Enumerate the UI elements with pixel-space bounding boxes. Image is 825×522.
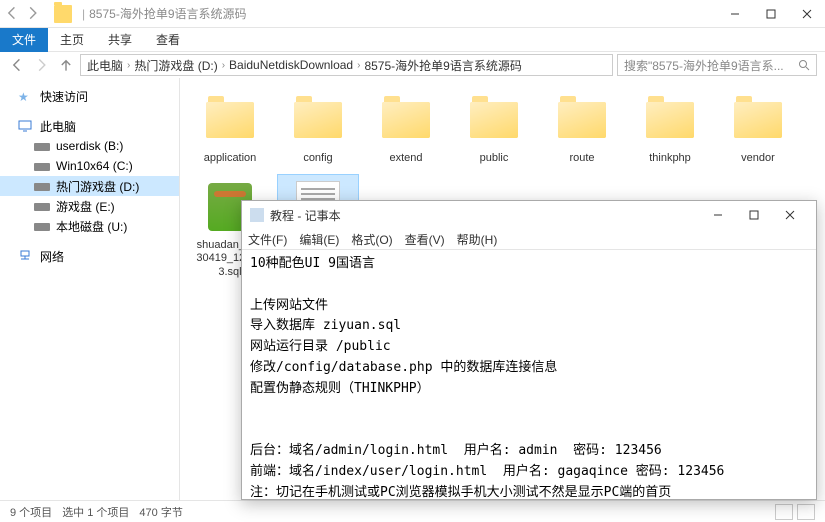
star-icon: ★	[18, 90, 34, 102]
sidebar-label: 快速访问	[40, 88, 88, 105]
disk-icon	[34, 143, 50, 151]
status-size: 470 字节	[139, 504, 182, 520]
file-item[interactable]: public	[454, 88, 534, 169]
sidebar-label: 网络	[40, 248, 64, 265]
sidebar-drive[interactable]: 本地磁盘 (U:)	[0, 216, 179, 236]
search-icon	[798, 59, 810, 71]
nav-fwd-button[interactable]	[32, 55, 52, 75]
tab-file[interactable]: 文件	[0, 28, 48, 52]
folder-icon	[730, 92, 786, 148]
file-label: route	[569, 152, 594, 165]
menu-edit[interactable]: 编辑(E)	[299, 231, 339, 248]
minimize-button[interactable]	[717, 0, 753, 28]
breadcrumb[interactable]: 此电脑 › 热门游戏盘 (D:) › BaiduNetdiskDownload …	[80, 54, 613, 76]
sidebar-drive[interactable]: 游戏盘 (E:)	[0, 196, 179, 216]
sidebar-network[interactable]: 网络	[0, 246, 179, 266]
ribbon: 文件 主页 共享 查看	[0, 28, 825, 52]
close-button[interactable]	[789, 0, 825, 28]
crumb-d3[interactable]: 8575-海外抢单9语言系统源码	[364, 57, 521, 74]
disk-icon	[34, 203, 50, 211]
folder-icon	[202, 92, 258, 148]
network-icon	[18, 250, 34, 262]
search-placeholder: 搜索"8575-海外抢单9语言系...	[624, 57, 784, 74]
nav-up-button[interactable]	[56, 55, 76, 75]
sidebar-this-pc[interactable]: 此电脑	[0, 116, 179, 136]
notepad-maximize-button[interactable]	[736, 201, 772, 229]
nav-back-button[interactable]	[8, 55, 28, 75]
tab-home[interactable]: 主页	[48, 28, 96, 52]
folder-icon	[54, 5, 72, 23]
nav-sidebar: ★ 快速访问 此电脑 userdisk (B:) Win10x64 (C:) 热…	[0, 78, 180, 500]
sidebar-label: userdisk (B:)	[56, 139, 123, 153]
explorer-titlebar: | 8575-海外抢单9语言系统源码	[0, 0, 825, 28]
menu-file[interactable]: 文件(F)	[248, 231, 287, 248]
notepad-window: 教程 - 记事本 文件(F) 编辑(E) 格式(O) 查看(V) 帮助(H) 1…	[241, 200, 817, 500]
notepad-text-area[interactable]: 10种配色UI 9国语言 上传网站文件 导入数据库 ziyuan.sql 网站运…	[242, 249, 816, 499]
tab-view[interactable]: 查看	[144, 28, 192, 52]
address-bar: 此电脑 › 热门游戏盘 (D:) › BaiduNetdiskDownload …	[0, 52, 825, 78]
search-input[interactable]: 搜索"8575-海外抢单9语言系...	[617, 54, 817, 76]
notepad-title: 教程 - 记事本	[270, 207, 700, 224]
status-bar: 9 个项目 选中 1 个项目 470 字节	[0, 500, 825, 522]
notepad-icon	[250, 208, 264, 222]
file-item[interactable]: route	[542, 88, 622, 169]
tab-share[interactable]: 共享	[96, 28, 144, 52]
history-fwd-icon[interactable]	[26, 6, 42, 22]
sidebar-drive[interactable]: userdisk (B:)	[0, 136, 179, 156]
menu-help[interactable]: 帮助(H)	[457, 231, 498, 248]
sidebar-label: 游戏盘 (E:)	[56, 198, 115, 215]
menu-view[interactable]: 查看(V)	[405, 231, 445, 248]
view-icons-button[interactable]	[797, 504, 815, 520]
file-item[interactable]: extend	[366, 88, 446, 169]
notepad-close-button[interactable]	[772, 201, 808, 229]
file-item[interactable]: application	[190, 88, 270, 169]
file-label: vendor	[741, 152, 775, 165]
file-label: thinkphp	[649, 152, 691, 165]
file-label: config	[303, 152, 332, 165]
folder-icon	[378, 92, 434, 148]
menu-format[interactable]: 格式(O)	[351, 231, 392, 248]
maximize-button[interactable]	[753, 0, 789, 28]
sidebar-label: 本地磁盘 (U:)	[56, 218, 127, 235]
file-item[interactable]: config	[278, 88, 358, 169]
disk-icon	[34, 183, 50, 191]
notepad-menu: 文件(F) 编辑(E) 格式(O) 查看(V) 帮助(H)	[242, 229, 816, 249]
status-sel: 选中 1 个项目	[62, 504, 129, 520]
sidebar-quick-access[interactable]: ★ 快速访问	[0, 86, 179, 106]
history-back-icon[interactable]	[6, 6, 22, 22]
view-details-button[interactable]	[775, 504, 793, 520]
sidebar-drive[interactable]: 热门游戏盘 (D:)	[0, 176, 179, 196]
sidebar-drive[interactable]: Win10x64 (C:)	[0, 156, 179, 176]
window-title: 8575-海外抢单9语言系统源码	[89, 5, 717, 22]
sidebar-label: 热门游戏盘 (D:)	[56, 178, 139, 195]
crumb-d2[interactable]: BaiduNetdiskDownload	[229, 58, 353, 72]
status-count: 9 个项目	[10, 504, 52, 520]
chevron-right-icon: ›	[357, 60, 360, 71]
file-label: application	[204, 152, 257, 165]
file-label: public	[480, 152, 509, 165]
titlebar-sep: |	[82, 7, 85, 21]
disk-icon	[34, 163, 50, 171]
folder-icon	[466, 92, 522, 148]
file-label: extend	[389, 152, 422, 165]
crumb-root[interactable]: 此电脑	[87, 57, 123, 74]
folder-icon	[290, 92, 346, 148]
chevron-right-icon: ›	[127, 60, 130, 71]
sidebar-label: Win10x64 (C:)	[56, 159, 133, 173]
notepad-minimize-button[interactable]	[700, 201, 736, 229]
notepad-titlebar[interactable]: 教程 - 记事本	[242, 201, 816, 229]
crumb-d1[interactable]: 热门游戏盘 (D:)	[134, 57, 217, 74]
folder-icon	[554, 92, 610, 148]
chevron-right-icon: ›	[222, 60, 225, 71]
pc-icon	[18, 120, 34, 132]
sidebar-label: 此电脑	[40, 118, 76, 135]
file-item[interactable]: vendor	[718, 88, 798, 169]
file-item[interactable]: thinkphp	[630, 88, 710, 169]
folder-icon	[642, 92, 698, 148]
disk-icon	[34, 223, 50, 231]
